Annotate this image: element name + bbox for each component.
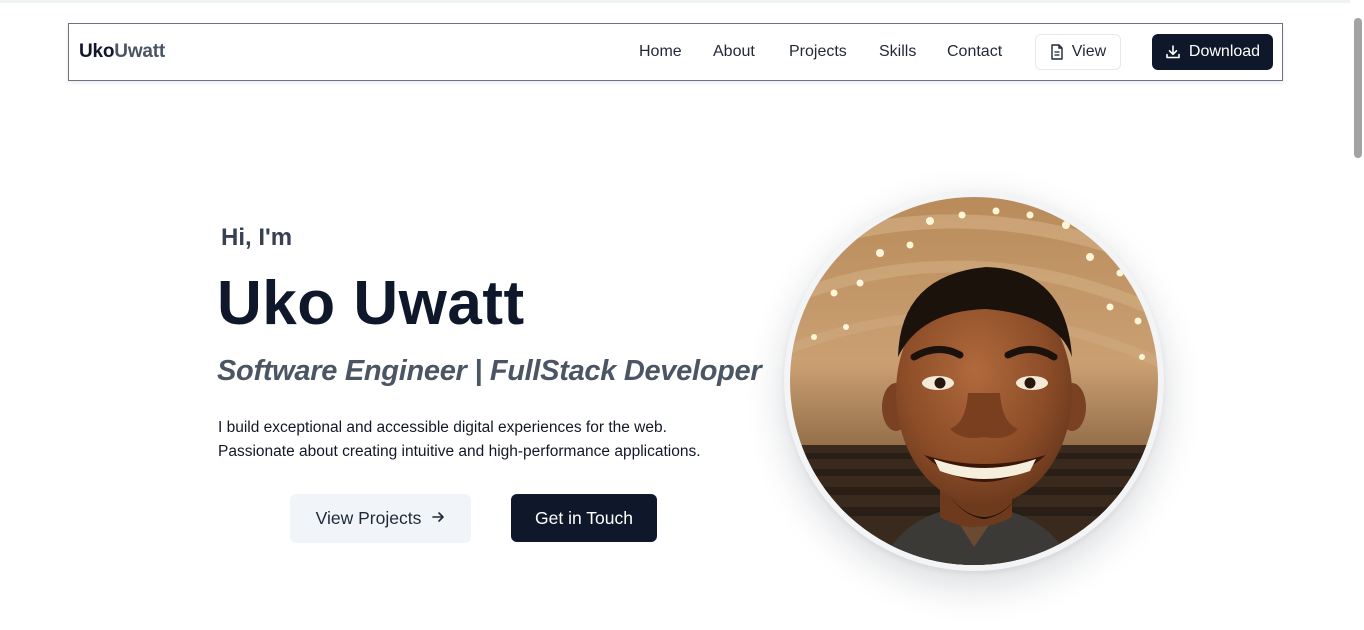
hero-greeting: Hi, I'm (221, 224, 293, 251)
view-resume-label: View (1071, 43, 1107, 60)
download-resume-label: Download (1188, 43, 1261, 60)
profile-avatar (784, 191, 1164, 571)
hero-description: I build exceptional and accessible digit… (218, 416, 738, 464)
scrollbar-thumb[interactable] (1354, 18, 1362, 158)
hero-role: Software Engineer | FullStack Developer (217, 355, 762, 387)
view-projects-button[interactable]: View Projects (290, 494, 471, 543)
nav-link-projects[interactable]: Projects (789, 43, 847, 61)
download-icon (1165, 44, 1181, 60)
page-scrollbar[interactable] (1350, 0, 1364, 630)
nav-link-home[interactable]: Home (639, 43, 682, 61)
nav-link-about[interactable]: About (713, 43, 755, 61)
download-resume-button[interactable]: Download (1152, 34, 1273, 70)
arrow-right-icon (431, 508, 445, 529)
navigation-bar: UkoUwatt Home About Projects Skills Cont… (68, 23, 1283, 81)
nav-link-skills[interactable]: Skills (879, 43, 916, 61)
view-projects-label: View Projects (315, 508, 422, 528)
brand-second: Uwatt (114, 41, 166, 62)
get-in-touch-label: Get in Touch (535, 507, 633, 528)
nav-link-contact[interactable]: Contact (947, 43, 1002, 61)
view-resume-button[interactable]: View (1035, 34, 1121, 70)
hero-description-line2: Passionate about creating intuitive and … (218, 443, 701, 460)
brand-logo[interactable]: UkoUwatt (79, 41, 165, 63)
document-icon (1050, 44, 1064, 60)
brand-first: Uko (79, 41, 115, 62)
top-accent-line (0, 0, 1364, 3)
profile-portrait-illustration (790, 197, 1158, 565)
hero-description-line1: I build exceptional and accessible digit… (218, 419, 667, 436)
hero-name: Uko Uwatt (217, 269, 525, 338)
get-in-touch-button[interactable]: Get in Touch (511, 494, 657, 542)
